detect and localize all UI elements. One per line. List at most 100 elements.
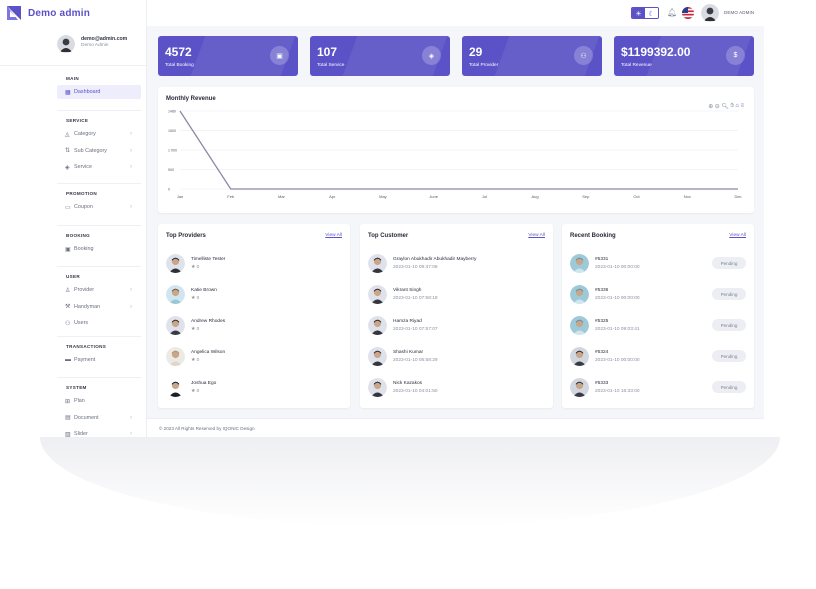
- customer-date: 2023-01-10 05:58:29: [393, 358, 438, 363]
- avatar: [368, 254, 387, 273]
- sidebar-item-label: Payment: [74, 357, 96, 363]
- view-all-link[interactable]: View All: [729, 233, 746, 238]
- customer-row[interactable]: Graylon Abukhadir Abukhadir Mayberry 2023…: [368, 254, 544, 274]
- booking-id: #5324: [595, 350, 609, 355]
- sidebar-divider: [57, 183, 141, 184]
- sidebar-item-booking[interactable]: ▣ Booking: [57, 242, 141, 256]
- sidebar-item-users[interactable]: ⚇ Users: [57, 316, 141, 330]
- service-icon: ◈: [65, 164, 70, 171]
- x-tick-label: Nov: [684, 194, 691, 199]
- sidebar-item-handyman[interactable]: ⚒ Handyman ›: [57, 300, 141, 314]
- sidebar-section-label: BOOKING: [66, 233, 91, 238]
- sidebar-section-label: SYSTEM: [66, 385, 87, 390]
- x-tick-label: Jul: [482, 194, 487, 199]
- avatar: [368, 378, 387, 397]
- y-tick-label: 1480: [168, 110, 176, 114]
- service-icon: ◈: [422, 46, 441, 65]
- customer-row[interactable]: Shashi Kumar 2023-01-10 05:58:29: [368, 347, 544, 367]
- avatar: [570, 378, 589, 397]
- us-flag-icon[interactable]: [682, 7, 694, 19]
- sidebar-item-sub-category[interactable]: ⇅ Sub Category ›: [57, 144, 141, 158]
- moon-icon[interactable]: ☾: [645, 8, 658, 18]
- provider-row[interactable]: Angelica Wilson ★ 0: [166, 347, 342, 367]
- stat-label: Total Provider: [469, 63, 499, 68]
- x-tick-label: Apr: [329, 194, 336, 199]
- customer-row[interactable]: Vikrant Singh 2023-01-10 07:58:18: [368, 285, 544, 305]
- sidebar-section-label: MAIN: [66, 76, 79, 81]
- provider-row[interactable]: Andrew Rhodes ★ 0: [166, 316, 342, 336]
- stat-card-total-revenue[interactable]: $1199392.00 Total Revenue $: [614, 36, 754, 76]
- header-user-name[interactable]: DEMO ADMIN: [724, 10, 754, 15]
- user-email: demo@admin.com: [81, 36, 128, 42]
- theme-toggle[interactable]: ☀ ☾: [631, 7, 659, 19]
- top-providers-panel: Top Providers View All Timelliste Tester…: [158, 224, 350, 408]
- provider-row[interactable]: Timelliste Tester ★ 0: [166, 254, 342, 274]
- revenue-chart[interactable]: 0 500 1 000 1500 1480 Jan Feb Mar Apr May June Jul A…: [158, 87, 754, 213]
- booking-id: #5325: [595, 319, 609, 324]
- sidebar-item-payment[interactable]: ▬ Payment: [57, 353, 141, 367]
- sidebar-item-provider[interactable]: ♙ Provider ›: [57, 283, 141, 297]
- sidebar-divider: [57, 336, 141, 337]
- booking-row[interactable]: #5324 2023-01-10 00:00:00 Pending: [570, 347, 746, 367]
- y-tick-label: 1 000: [168, 149, 177, 153]
- shapes-icon: ◬: [65, 131, 70, 138]
- x-tick-label: June: [429, 194, 438, 199]
- brand[interactable]: Demo admin: [0, 0, 146, 26]
- x-tick-label: Oct: [633, 194, 640, 199]
- sidebar-item-label: Coupon: [74, 204, 93, 210]
- chevron-right-icon: ›: [130, 147, 132, 154]
- sidebar-divider: [57, 110, 141, 111]
- top-header: ☀ ☾ 🔔︎ DEMO ADMIN: [147, 0, 764, 26]
- sidebar-item-document[interactable]: ▤ Document ›: [57, 411, 141, 425]
- sidebar: Demo admin demo@admin.com Demo Admin ‹ M…: [0, 0, 147, 437]
- x-tick-label: Sep: [582, 194, 590, 199]
- provider-row[interactable]: Joshua Ego ★ 0: [166, 378, 342, 398]
- customer-row[interactable]: Hamza Riyad 2023-01-10 07:57:07: [368, 316, 544, 336]
- y-tick-label: 0: [168, 188, 170, 192]
- bell-icon[interactable]: 🔔︎: [667, 8, 677, 17]
- customer-row[interactable]: Nick Kazakos 2023-01-10 04:01:50: [368, 378, 544, 398]
- avatar: [166, 378, 185, 397]
- booking-row[interactable]: #5333 2023-01-10 16:33:00 Pending: [570, 378, 746, 398]
- status-badge: Pending: [712, 350, 746, 362]
- booking-row[interactable]: #5325 2023-01-10 09:03:41 Pending: [570, 316, 746, 336]
- sidebar-user-card[interactable]: demo@admin.com Demo Admin ‹: [0, 26, 146, 66]
- sidebar-item-label: Booking: [74, 246, 94, 252]
- x-tick-label: Mar: [278, 194, 286, 199]
- stat-value: 4572: [165, 45, 192, 59]
- sidebar-item-category[interactable]: ◬ Category ›: [57, 127, 141, 141]
- status-badge: Pending: [712, 381, 746, 393]
- x-tick-label: Dec: [734, 194, 741, 199]
- provider-rating: ★ 0: [191, 296, 200, 301]
- stat-card-total-booking[interactable]: 4572 Total Booking ▣: [158, 36, 298, 76]
- view-all-link[interactable]: View All: [528, 233, 545, 238]
- customer-name: Shashi Kumar: [393, 350, 424, 355]
- sun-icon[interactable]: ☀: [632, 8, 645, 18]
- coupon-icon: ▭: [65, 204, 71, 211]
- provider-row[interactable]: Katie Brown ★ 0: [166, 285, 342, 305]
- y-tick-label: 1500: [168, 129, 176, 133]
- sidebar-item-service[interactable]: ◈ Service ›: [57, 160, 141, 174]
- sidebar-item-dashboard[interactable]: ▦ Dashboard: [57, 85, 141, 99]
- sidebar-divider: [57, 225, 141, 226]
- view-all-link[interactable]: View All: [325, 233, 342, 238]
- stat-label: Total Revenue: [621, 63, 652, 68]
- sidebar-item-slider[interactable]: ▨ Slider ›: [57, 427, 141, 437]
- sidebar-item-plan[interactable]: ⊞ Plan: [57, 394, 141, 408]
- sidebar-item-coupon[interactable]: ▭ Coupon ›: [57, 200, 141, 214]
- customer-date: 2023-01-10 07:57:07: [393, 327, 438, 332]
- avatar: [57, 35, 75, 53]
- provider-rating: ★ 0: [191, 358, 200, 363]
- stat-value: 29: [469, 45, 483, 59]
- chevron-right-icon: ›: [130, 131, 132, 137]
- avatar[interactable]: [701, 4, 719, 22]
- sidebar-divider: [57, 266, 141, 267]
- footer-copyright: © 2023 All Rights Reserved by IQONIC Des…: [159, 426, 255, 431]
- calendar-icon: ▣: [65, 246, 71, 253]
- stat-card-total-service[interactable]: 107 Total Service ◈: [310, 36, 450, 76]
- booking-row[interactable]: #5336 2023-01-10 00:00:00 Pending: [570, 285, 746, 305]
- stat-card-total-provider[interactable]: 29 Total Provider ⚇: [462, 36, 602, 76]
- users-icon: ⚇: [65, 320, 71, 327]
- booking-row[interactable]: #5331 2023-01-10 00:00:00 Pending: [570, 254, 746, 274]
- sidebar-item-label: Plan: [74, 398, 85, 404]
